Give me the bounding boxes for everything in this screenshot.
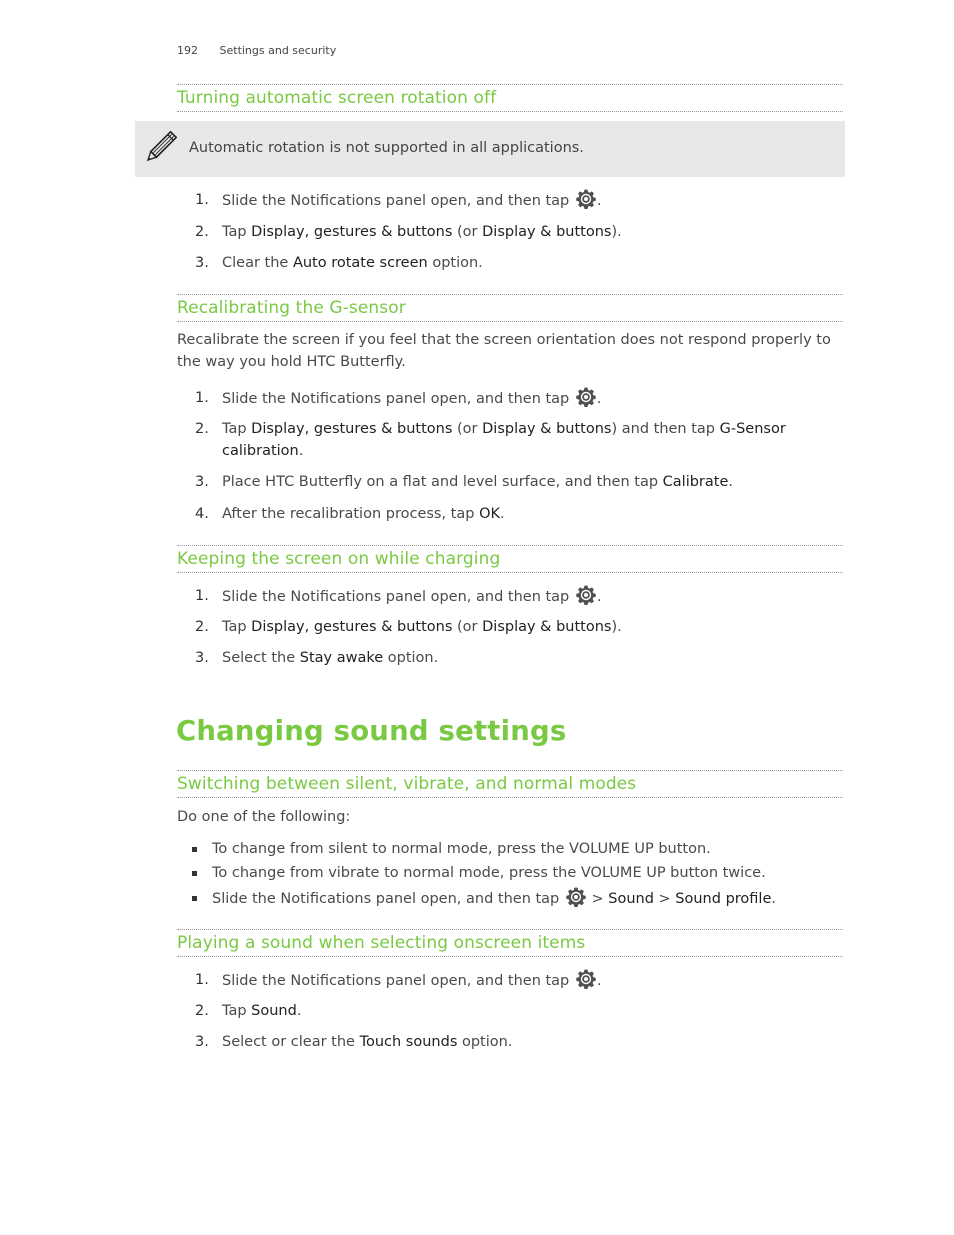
bullet-marker bbox=[192, 871, 197, 876]
step-text: Slide the Notifications panel open, and … bbox=[222, 585, 837, 608]
ui-term: OK bbox=[479, 506, 500, 522]
note-text: Automatic rotation is not supported in a… bbox=[189, 140, 584, 156]
ui-term: Sound bbox=[251, 1003, 297, 1019]
section-title-charging: Keeping the screen on while charging bbox=[177, 549, 501, 569]
step-number: 3. bbox=[195, 1034, 209, 1050]
note-box: Automatic rotation is not supported in a… bbox=[135, 121, 845, 177]
step-number: 3. bbox=[195, 255, 209, 271]
step-text: To change from vibrate to normal mode, p… bbox=[212, 865, 766, 881]
section-title-modes: Switching between silent, vibrate, and n… bbox=[177, 774, 637, 794]
step-text: Place HTC Butterfly on a flat and level … bbox=[222, 474, 733, 490]
pencil-icon bbox=[146, 131, 177, 162]
step-number: 1. bbox=[195, 390, 209, 406]
page-header: 192 Settings and security bbox=[177, 44, 336, 57]
divider bbox=[177, 294, 843, 295]
ui-term: Touch sounds bbox=[359, 1034, 458, 1050]
page-number: 192 bbox=[177, 44, 198, 57]
divider bbox=[177, 929, 843, 930]
step-text: To change from silent to normal mode, pr… bbox=[212, 841, 711, 857]
ui-term: Display & buttons bbox=[482, 619, 612, 635]
gear-icon bbox=[576, 585, 596, 605]
intro-paragraph: Recalibrate the screen if you feel that … bbox=[177, 332, 831, 370]
intro-paragraph: Do one of the following: bbox=[177, 809, 351, 825]
divider bbox=[177, 770, 843, 771]
ui-term: Sound profile bbox=[675, 891, 772, 907]
step-text: Slide the Notifications panel open, and … bbox=[222, 387, 837, 410]
step-number: 3. bbox=[195, 474, 209, 490]
ui-term: Stay awake bbox=[299, 650, 384, 666]
step-text: Slide the Notifications panel open, and … bbox=[222, 969, 837, 992]
divider bbox=[177, 84, 843, 85]
section-title-gsensor: Recalibrating the G-sensor bbox=[177, 298, 406, 318]
bullet-marker bbox=[192, 847, 197, 852]
gear-icon bbox=[576, 189, 596, 209]
gear-icon bbox=[566, 887, 586, 907]
step-text: Tap Display, gestures & buttons (or Disp… bbox=[222, 421, 786, 459]
ui-term: Display, gestures & buttons bbox=[251, 224, 453, 240]
divider bbox=[177, 797, 843, 798]
ui-term: Calibrate bbox=[662, 474, 729, 490]
section-title-touch: Playing a sound when selecting onscreen … bbox=[177, 933, 586, 953]
step-number: 1. bbox=[195, 588, 209, 604]
ui-term: Display & buttons bbox=[482, 224, 612, 240]
step-number: 2. bbox=[195, 1003, 209, 1019]
chapter-title-sound: Changing sound settings bbox=[176, 715, 567, 747]
ui-term: Sound bbox=[608, 891, 654, 907]
ui-term: Display, gestures & buttons bbox=[251, 619, 453, 635]
section-title-rotation: Turning automatic screen rotation off bbox=[177, 88, 497, 108]
ui-term: Display, gestures & buttons bbox=[251, 421, 453, 437]
gear-icon bbox=[576, 387, 596, 407]
section-name: Settings and security bbox=[219, 44, 337, 57]
gear-icon bbox=[576, 969, 596, 989]
step-text: Slide the Notifications panel open, and … bbox=[222, 189, 837, 212]
step-number: 2. bbox=[195, 224, 209, 240]
step-text: After the recalibration process, tap OK. bbox=[222, 506, 505, 522]
step-text: Select the Stay awake option. bbox=[222, 650, 439, 666]
divider bbox=[177, 321, 843, 322]
divider bbox=[177, 111, 843, 112]
step-number: 2. bbox=[195, 421, 209, 437]
divider bbox=[177, 572, 843, 573]
step-number: 2. bbox=[195, 619, 209, 635]
step-text: Select or clear the Touch sounds option. bbox=[222, 1034, 513, 1050]
step-text: Slide the Notifications panel open, and … bbox=[212, 887, 776, 910]
bullet-marker bbox=[192, 896, 197, 901]
step-text: Tap Sound. bbox=[222, 1003, 302, 1019]
step-number: 4. bbox=[195, 506, 209, 522]
ui-term: Auto rotate screen bbox=[292, 255, 428, 271]
divider bbox=[177, 956, 843, 957]
ui-term: Display & buttons bbox=[482, 421, 612, 437]
step-text: Tap Display, gestures & buttons (or Disp… bbox=[222, 619, 622, 635]
step-number: 3. bbox=[195, 650, 209, 666]
step-number: 1. bbox=[195, 192, 209, 208]
divider bbox=[177, 545, 843, 546]
step-text: Tap Display, gestures & buttons (or Disp… bbox=[222, 224, 622, 240]
step-number: 1. bbox=[195, 972, 209, 988]
step-text: Clear the Auto rotate screen option. bbox=[222, 255, 483, 271]
